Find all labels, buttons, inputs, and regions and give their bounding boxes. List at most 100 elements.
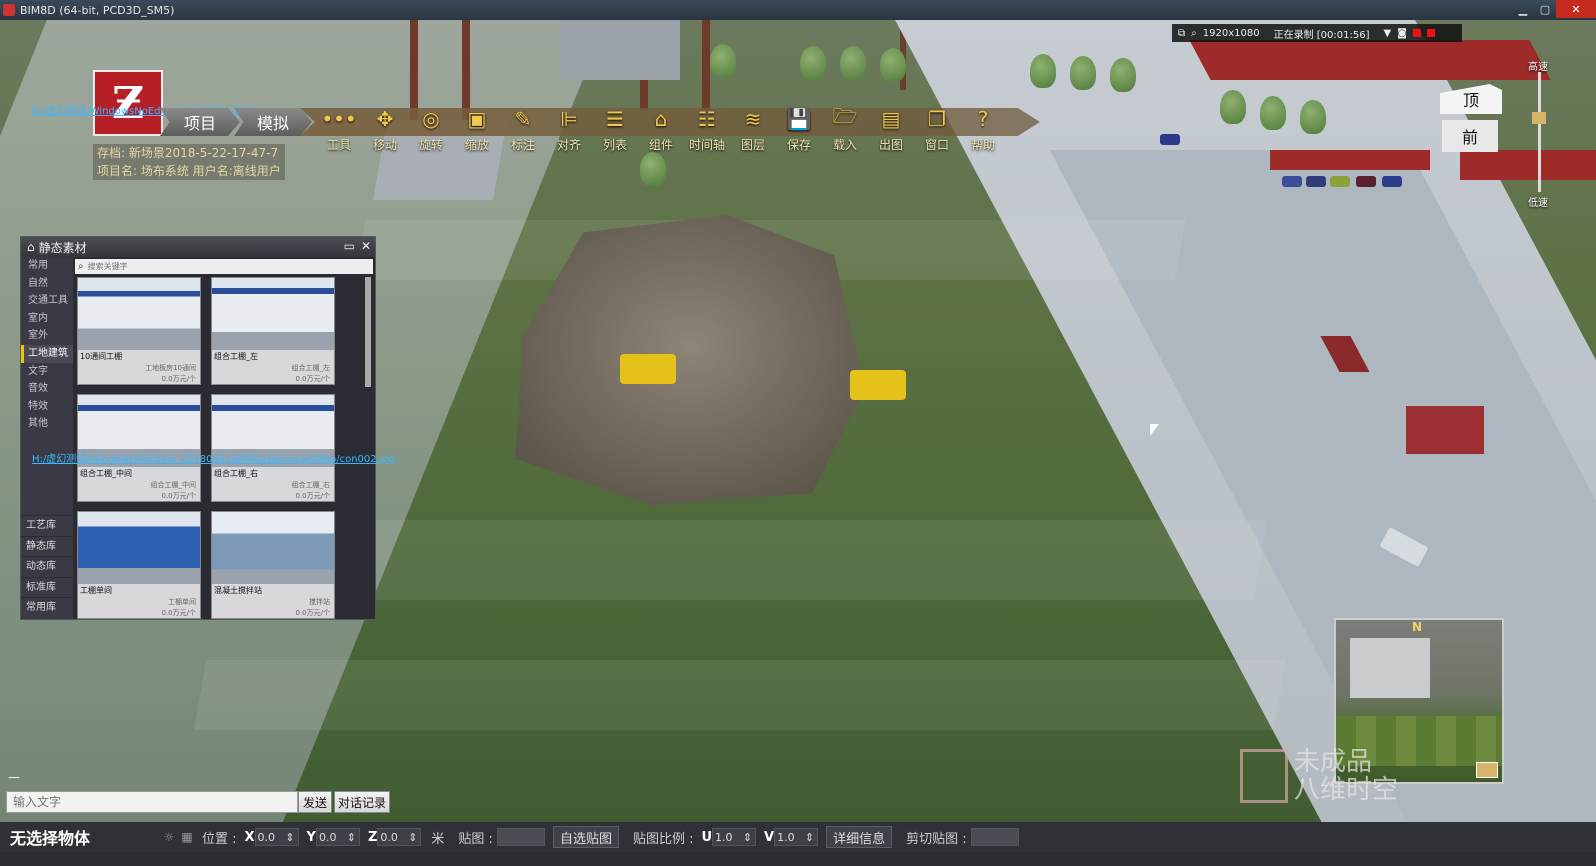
move-arrows-icon: ✥	[376, 107, 394, 131]
category-item[interactable]: 室外	[21, 327, 73, 345]
material-card[interactable]: 混凝土搅拌站 搅拌站 0.0万元/个	[211, 511, 335, 619]
library-tab[interactable]: 常用库	[21, 597, 73, 618]
tree	[1070, 56, 1096, 90]
category-item[interactable]: 特效	[21, 398, 73, 416]
category-item[interactable]: 工地建筑	[21, 344, 73, 363]
toolbar-button[interactable]: ▣ 缩放	[454, 104, 500, 153]
tree	[840, 46, 866, 80]
status-bar: 无选择物体 ☼ ▦ 位置 : X 0.0 ⇕ Y 0.0 ⇕ Z 0.0 ⇕ 米 贴图…	[0, 822, 1596, 852]
restore-icon[interactable]: ⧉	[1178, 28, 1185, 39]
bottom-strip	[0, 852, 1596, 866]
toolbar-button[interactable]: ≋ 图层	[730, 104, 776, 153]
toolbar-button[interactable]: 💾 保存	[776, 104, 822, 153]
speed-track[interactable]	[1538, 72, 1541, 192]
category-item[interactable]: 文字	[21, 363, 73, 381]
car	[1282, 176, 1302, 187]
category-item[interactable]: 交通工具	[21, 292, 73, 310]
toolbar-button[interactable]: ☷ 时间轴	[684, 104, 730, 153]
speed-thumb[interactable]	[1532, 111, 1546, 124]
view-cube-top[interactable]: 顶	[1440, 84, 1502, 114]
toolbar-button[interactable]: ❐ 窗口	[914, 104, 960, 153]
toolbar-button[interactable]: ✎ 标注	[500, 104, 546, 153]
spinner-icon[interactable]: ⇕	[347, 831, 356, 844]
pause-icon[interactable]	[1412, 29, 1421, 37]
material-card[interactable]: 组合工棚_中间 组合工棚_中间 0.0万元/个	[77, 394, 201, 502]
toolbar-button[interactable]: ⊫ 对齐	[546, 104, 592, 153]
material-search[interactable]: ⌕	[75, 259, 373, 274]
sun-icon[interactable]: ☼	[160, 830, 178, 844]
close-icon[interactable]: ✕	[1556, 0, 1596, 18]
stop-icon[interactable]	[1426, 29, 1435, 37]
zoom-icon[interactable]: ⌕	[1191, 28, 1197, 39]
view-cube-front[interactable]: 前	[1442, 120, 1498, 152]
category-item[interactable]: 常用	[21, 257, 73, 275]
panel-scrollbar[interactable]	[365, 277, 371, 387]
toolbar-button[interactable]: ⌂ 组件	[638, 104, 684, 153]
chat-history-button[interactable]: 对话记录	[334, 791, 390, 813]
close-icon[interactable]: ✕	[361, 239, 371, 253]
camera-icon[interactable]: ◙	[1397, 28, 1407, 39]
toolbar-button[interactable]: ◎ 旋转	[408, 104, 454, 153]
toolbar-button[interactable]: ? 帮助	[960, 104, 1006, 153]
recording-status: 正在录制 [00:01:56]	[1273, 29, 1370, 41]
dropdown-icon[interactable]: ▼	[1383, 28, 1391, 39]
custom-texture-button[interactable]: 自选贴图	[552, 826, 619, 848]
library-tab[interactable]: 工艺库	[21, 515, 73, 536]
minimap-home-button[interactable]	[1476, 762, 1498, 778]
x-field[interactable]: 0.0 ⇕	[254, 828, 299, 846]
grid-icon[interactable]: ▦	[178, 830, 196, 844]
clip-texture-field[interactable]	[970, 828, 1019, 846]
library-tab[interactable]: 静态库	[21, 535, 73, 557]
send-button[interactable]: 发送	[298, 791, 332, 813]
watermark-logo-icon	[1240, 749, 1288, 803]
library-tab[interactable]: 动态库	[21, 556, 73, 577]
category-item[interactable]: 其他	[21, 415, 73, 433]
speed-slider[interactable]: 高速 低速	[1528, 58, 1558, 209]
details-button[interactable]: 详细信息	[826, 826, 893, 848]
align-icon: ⊫	[560, 107, 578, 131]
maximize-icon[interactable]: ▢	[1534, 0, 1556, 18]
spinner-icon[interactable]: ⇕	[805, 831, 814, 844]
toolbar-button[interactable]: ☰ 列表	[592, 104, 638, 153]
material-card[interactable]: 组合工棚_右 组合工棚_右 0.0万元/个	[211, 394, 335, 502]
v-field[interactable]: 1.0 ⇕	[774, 828, 819, 846]
library-tab[interactable]: 标准库	[21, 576, 73, 598]
u-field[interactable]: 1.0 ⇕	[712, 828, 757, 846]
material-subtitle: 工棚单间	[168, 598, 196, 606]
chat-collapse-button[interactable]: —	[8, 770, 28, 784]
category-item[interactable]: 室内	[21, 310, 73, 328]
spinner-icon[interactable]: ⇕	[285, 831, 294, 844]
toolbar-button-label: 旋转	[418, 138, 443, 152]
maximize-icon[interactable]: ▭	[344, 239, 355, 253]
panel-title: 静态素材	[38, 240, 87, 255]
view-cube[interactable]: 顶 前	[1440, 84, 1502, 154]
excavator[interactable]	[850, 370, 906, 400]
texture-field[interactable]	[496, 828, 545, 846]
toolbar-button[interactable]: ✥ 移动	[362, 104, 408, 153]
project-mode-button[interactable]: 项目	[160, 108, 240, 136]
material-card[interactable]: 组合工棚_左 组合工棚_左 0.0万元/个	[211, 277, 335, 385]
home-icon: ⌂	[27, 240, 35, 254]
toolbar-button[interactable]: ▤ 出图	[868, 104, 914, 153]
category-item[interactable]: 自然	[21, 275, 73, 293]
chat-input[interactable]	[6, 791, 298, 813]
tree	[1220, 90, 1246, 124]
category-item[interactable]: 音效	[21, 380, 73, 398]
search-input[interactable]	[87, 262, 358, 271]
spinner-icon[interactable]: ⇕	[743, 831, 752, 844]
material-subtitle: 组合工棚_左	[291, 364, 331, 372]
material-card[interactable]: 工棚单间 工棚单间 0.0万元/个	[77, 511, 201, 619]
toolbar-button-label: 窗口	[924, 138, 949, 152]
z-field[interactable]: 0.0 ⇕	[377, 828, 422, 846]
toolbar-button[interactable]: ••• 工具	[316, 104, 362, 153]
y-field[interactable]: 0.0 ⇕	[315, 828, 360, 846]
minimize-icon[interactable]: ▁	[1512, 0, 1534, 18]
excavator[interactable]	[620, 354, 676, 384]
simulate-mode-button[interactable]: 模拟	[234, 108, 312, 136]
car	[1306, 176, 1326, 187]
spinner-icon[interactable]: ⇕	[408, 831, 417, 844]
material-name: 组合工棚_右	[214, 469, 258, 478]
material-card[interactable]: 10通间工棚 工地板房10通间 0.0万元/个	[77, 277, 201, 385]
toolbar-button[interactable]: 🗁 载入	[822, 104, 868, 153]
window-title: BIM8D (64-bit, PCD3D_SM5)	[20, 3, 175, 17]
